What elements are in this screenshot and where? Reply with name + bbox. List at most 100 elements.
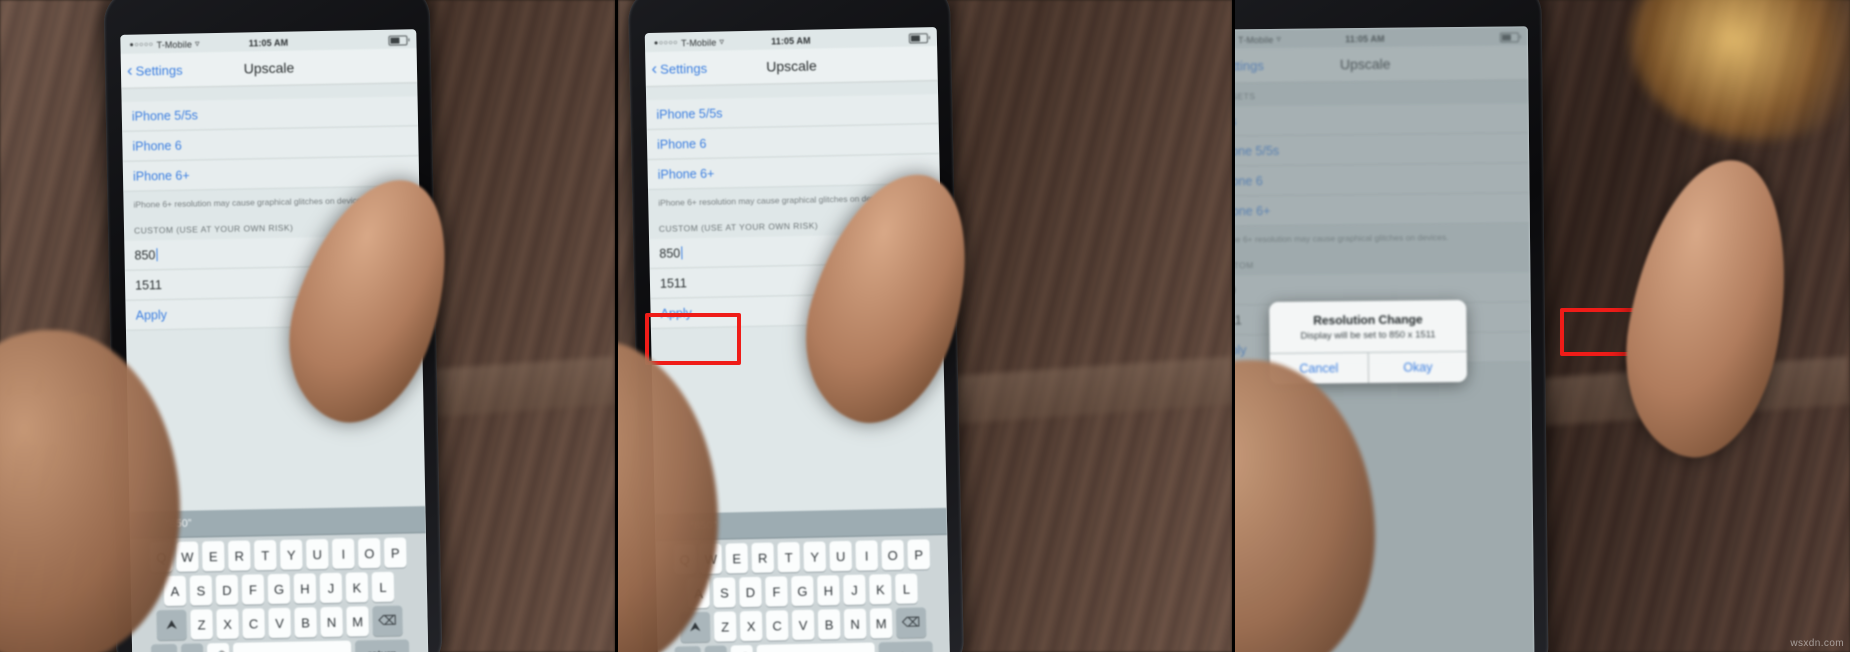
- keyboard-row-3: ⮝ Z X C V B N M ⌫: [659, 607, 948, 643]
- prediction-suggestion-empty[interactable]: [751, 522, 850, 525]
- list-item-label: iPhone 6+: [132, 168, 190, 184]
- shift-icon[interactable]: ⮝: [156, 609, 187, 641]
- key-g[interactable]: G: [267, 573, 291, 605]
- panel-step-3: ●○○○○ T-Mobile ▿ 11:05 AM ‹ Settings: [1232, 0, 1850, 652]
- emoji-icon[interactable]: ☺: [180, 643, 204, 652]
- key-e[interactable]: E: [202, 540, 225, 572]
- key-r[interactable]: R: [751, 542, 774, 573]
- key-f[interactable]: F: [241, 574, 265, 605]
- resolution-change-dialog: Resolution Change Display will be set to…: [1269, 299, 1468, 384]
- battery-icon: [908, 32, 928, 44]
- prediction-suggestion-empty2[interactable]: [326, 519, 426, 522]
- keyboard-row-2: A S D F G H J K L: [133, 571, 426, 607]
- list-item-label: iPhone 5/5s: [131, 107, 199, 124]
- keyboard-row-4: 123 ☺ 🎤 space return: [134, 639, 427, 652]
- wifi-icon: ▿: [194, 38, 200, 49]
- space-key[interactable]: space: [756, 642, 875, 652]
- delete-icon[interactable]: ⌫: [372, 605, 403, 637]
- key-b[interactable]: B: [294, 607, 317, 638]
- key-t[interactable]: T: [777, 541, 800, 573]
- key-w[interactable]: W: [176, 541, 199, 572]
- key-i[interactable]: I: [332, 538, 355, 569]
- return-key[interactable]: return: [878, 641, 933, 652]
- key-s[interactable]: S: [712, 577, 736, 608]
- key-i[interactable]: I: [855, 540, 878, 571]
- okay-button[interactable]: Okay: [1368, 351, 1468, 383]
- key-k[interactable]: K: [345, 572, 369, 603]
- key-h[interactable]: H: [293, 573, 317, 604]
- dialog-message: Display will be set to 850 x 1511: [1300, 329, 1436, 342]
- prediction-suggestion-empty[interactable]: [227, 521, 327, 523]
- key-b[interactable]: B: [817, 609, 841, 640]
- key-o[interactable]: O: [357, 537, 381, 569]
- key-h[interactable]: H: [816, 575, 840, 606]
- key-p[interactable]: P: [383, 537, 407, 568]
- key-t[interactable]: T: [254, 539, 277, 571]
- key-z[interactable]: Z: [713, 611, 737, 642]
- status-time: 11:05 AM: [248, 37, 289, 48]
- key-y[interactable]: Y: [803, 541, 826, 572]
- key-o[interactable]: O: [881, 539, 904, 571]
- return-key[interactable]: return: [354, 639, 410, 652]
- key-x[interactable]: X: [739, 610, 763, 642]
- status-time: 11:05 AM: [770, 35, 811, 46]
- wifi-icon: ▿: [718, 36, 724, 47]
- key-l[interactable]: L: [894, 573, 918, 604]
- panel-step-1: ●○○○○ T-Mobile ▿ 11:05 AM ‹ Settings Ups…: [0, 0, 615, 652]
- keyboard-row-4: 123 ☺ 🎤 space return: [659, 641, 948, 652]
- list-item-label: iPhone 5/5s: [655, 105, 723, 122]
- key-x[interactable]: X: [216, 608, 239, 640]
- apply-button-label: Apply: [135, 308, 168, 323]
- list-item-label: iPhone 6+: [657, 166, 715, 182]
- key-l[interactable]: L: [371, 571, 395, 603]
- list-item-label: iPhone 6: [656, 136, 707, 152]
- emoji-icon[interactable]: ☺: [704, 645, 727, 652]
- key-r[interactable]: R: [228, 540, 251, 571]
- key-k[interactable]: K: [868, 574, 892, 605]
- key-u[interactable]: U: [829, 540, 852, 572]
- key-z[interactable]: Z: [190, 609, 213, 640]
- prediction-suggestion-empty2[interactable]: [849, 520, 947, 523]
- key-n[interactable]: N: [843, 608, 867, 640]
- custom-width-value: 850: [134, 248, 156, 263]
- signal-strength-icon: ●○○○○: [653, 39, 678, 47]
- page-title: Upscale: [243, 59, 295, 77]
- panel-step-2: ●○○○○ T-Mobile ▿ 11:05 AM ‹ Settings Ups…: [614, 0, 1233, 652]
- key-g[interactable]: G: [790, 575, 814, 607]
- key-m[interactable]: M: [346, 606, 369, 637]
- key-j[interactable]: J: [319, 572, 343, 604]
- watermark: wsxdn.com: [1790, 638, 1845, 649]
- key-d[interactable]: D: [738, 576, 762, 608]
- key-y[interactable]: Y: [280, 539, 303, 570]
- key-f[interactable]: F: [764, 576, 788, 607]
- text-cursor: [156, 248, 158, 262]
- microphone-icon[interactable]: 🎤: [206, 642, 230, 652]
- microphone-icon[interactable]: 🎤: [730, 644, 753, 652]
- key-e[interactable]: E: [725, 543, 748, 574]
- key-v[interactable]: V: [791, 609, 815, 641]
- key-v[interactable]: V: [268, 607, 291, 639]
- key-c[interactable]: C: [242, 608, 265, 639]
- key-j[interactable]: J: [842, 574, 866, 606]
- key-n[interactable]: N: [320, 606, 343, 638]
- keyboard-row-3: ⮝ Z X C V B N M ⌫: [133, 605, 426, 641]
- numbers-key[interactable]: 123: [674, 646, 701, 652]
- key-s[interactable]: S: [189, 575, 213, 606]
- delete-icon[interactable]: ⌫: [895, 607, 927, 638]
- text-cursor: [680, 246, 683, 260]
- space-key[interactable]: space: [232, 640, 352, 652]
- key-c[interactable]: C: [765, 610, 789, 641]
- custom-height-value: 1511: [134, 278, 163, 293]
- key-m[interactable]: M: [869, 608, 893, 639]
- custom-height-value: 1511: [659, 276, 687, 291]
- apply-button-label: Apply: [660, 306, 692, 321]
- key-u[interactable]: U: [306, 538, 329, 570]
- numbers-key[interactable]: 123: [150, 643, 178, 652]
- list-item-label: iPhone 6: [132, 138, 182, 154]
- battery-icon: [388, 34, 408, 46]
- page-title: Upscale: [765, 57, 817, 75]
- custom-width-value: 850: [658, 246, 681, 261]
- key-d[interactable]: D: [215, 574, 239, 606]
- key-p[interactable]: P: [907, 539, 930, 570]
- carrier-label: T-Mobile: [680, 37, 717, 48]
